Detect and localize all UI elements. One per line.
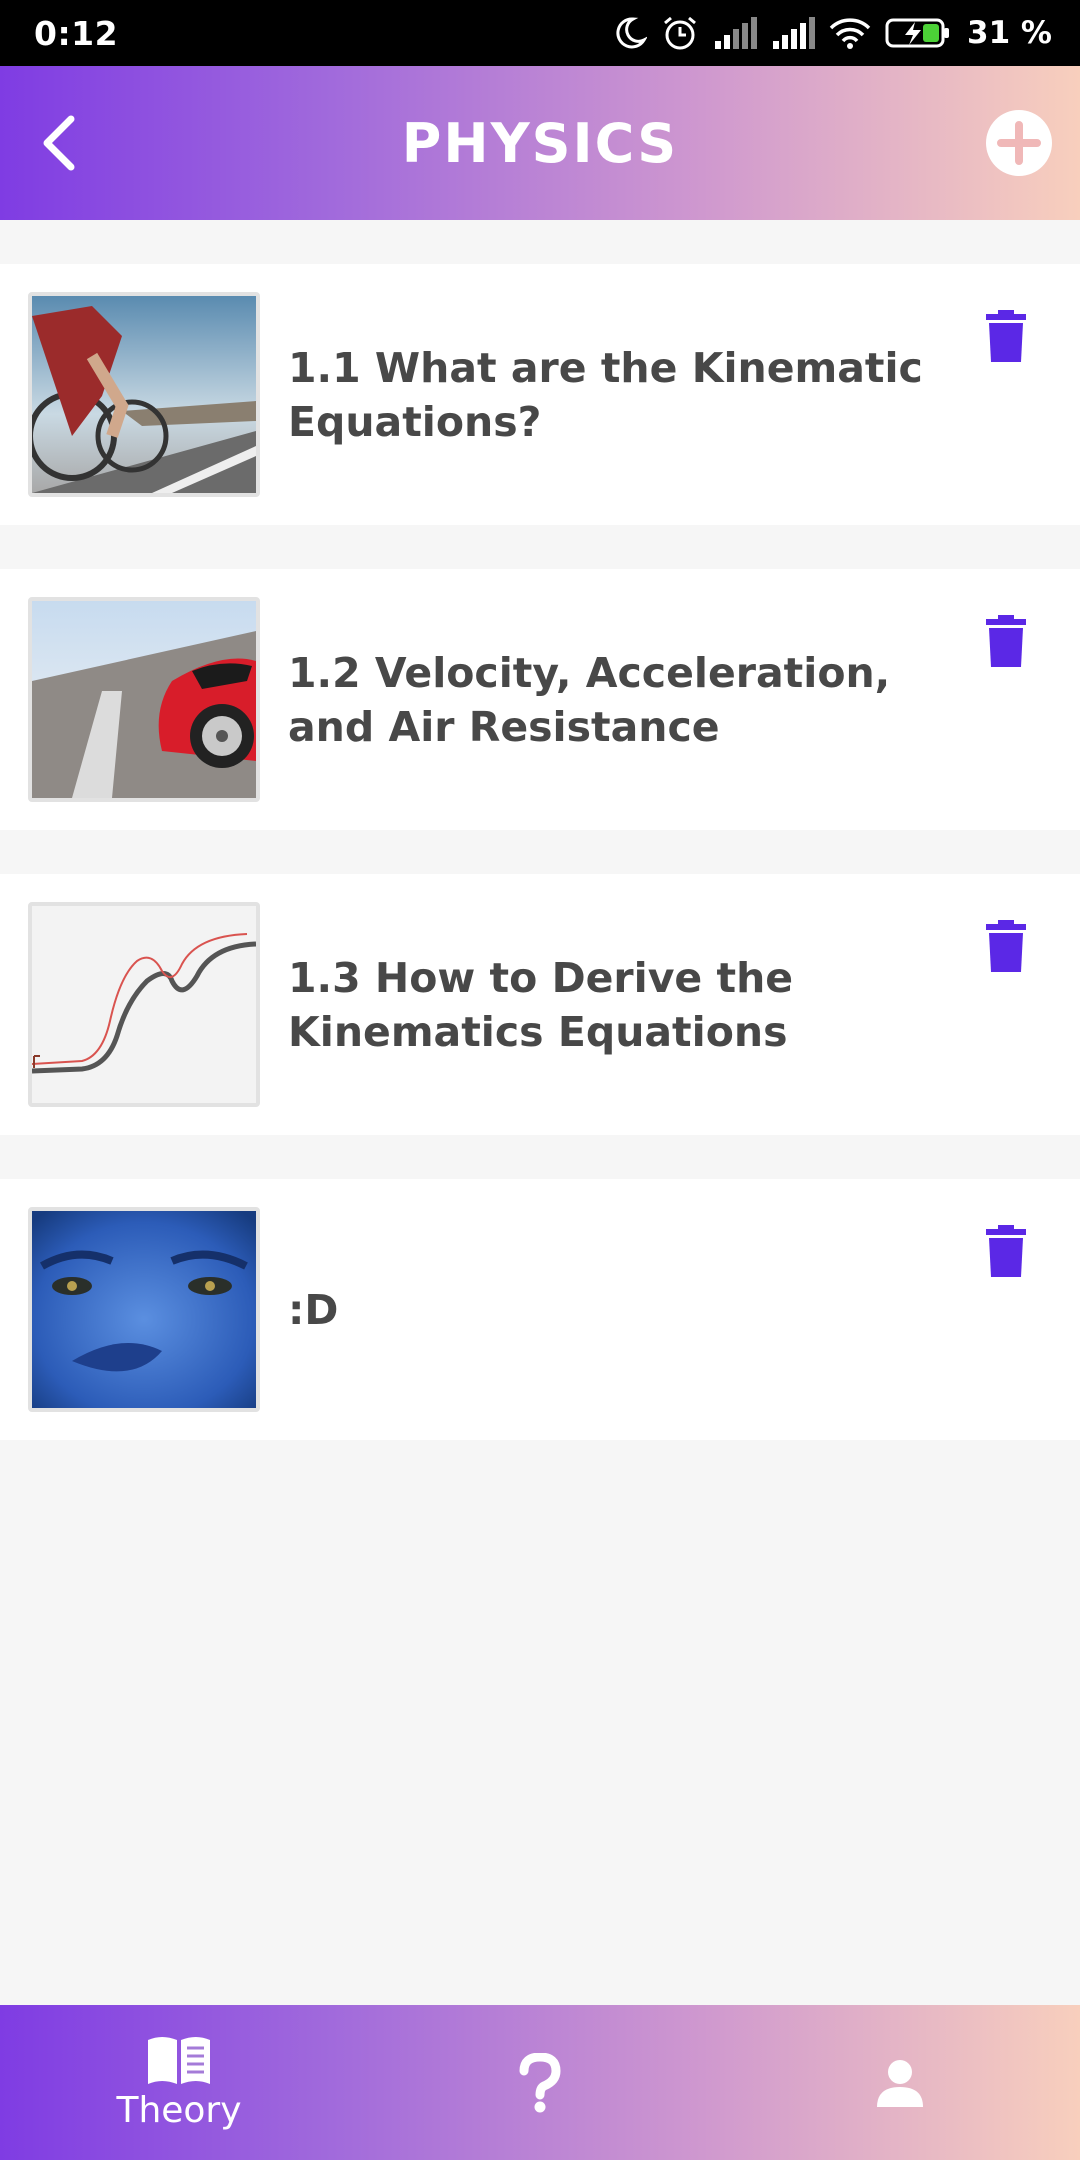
battery-percent: 31 %	[967, 15, 1052, 51]
topic-thumbnail	[28, 292, 260, 497]
signal-icon	[773, 17, 815, 49]
wifi-icon	[829, 18, 871, 49]
trash-icon	[986, 310, 1026, 362]
red-sports-car-photo	[32, 601, 256, 798]
delete-button[interactable]	[980, 920, 1032, 982]
book-icon	[148, 2037, 210, 2084]
delete-button[interactable]	[980, 310, 1032, 372]
moon-icon	[616, 17, 647, 49]
battery-charging-icon	[885, 18, 949, 48]
list-item[interactable]: 1.2 Velocity, Acceleration, and Air Resi…	[0, 569, 1080, 830]
app-header: PHYSICS	[0, 66, 1080, 220]
signal-icon	[715, 17, 757, 49]
delete-button[interactable]	[980, 615, 1032, 677]
nav-theory[interactable]: Theory	[79, 2005, 279, 2160]
add-topic-button[interactable]	[986, 110, 1052, 176]
status-icons: 31 %	[613, 15, 1052, 51]
trash-icon	[986, 920, 1026, 972]
user-icon	[877, 2059, 923, 2107]
list-item[interactable]: 1.1 What are the Kinematic Equations?	[0, 264, 1080, 525]
delete-button[interactable]	[980, 1225, 1032, 1287]
topic-thumbnail	[28, 1207, 260, 1412]
cyclist-photo	[32, 296, 256, 493]
page-title: PHYSICS	[401, 111, 679, 175]
topic-title: :D	[288, 1285, 339, 1334]
topic-title: 1.2 Velocity, Acceleration, and Air Resi…	[288, 648, 891, 751]
back-button[interactable]	[20, 104, 98, 182]
trash-icon	[986, 1225, 1026, 1277]
nav-profile[interactable]	[800, 2005, 1000, 2160]
topic-thumbnail	[28, 597, 260, 802]
trash-icon	[986, 615, 1026, 667]
list-item[interactable]: 1.3 How to Derive the Kinematics Equatio…	[0, 874, 1080, 1135]
blue-face-photo	[32, 1211, 256, 1408]
nav-questions[interactable]	[440, 2005, 640, 2160]
question-mark-icon	[519, 2052, 561, 2112]
nav-theory-label: Theory	[116, 2090, 242, 2131]
status-bar: 0:12 31 %	[0, 0, 1080, 66]
bottom-nav: Theory	[0, 2005, 1080, 2160]
list-item[interactable]: :D	[0, 1179, 1080, 1440]
topic-title: 1.1 What are the Kinematic Equations?	[288, 343, 923, 446]
status-time: 0:12	[34, 13, 119, 53]
topic-title: 1.3 How to Derive the Kinematics Equatio…	[288, 953, 794, 1056]
alarm-icon	[664, 16, 696, 50]
curve-graph	[32, 906, 256, 1103]
plus-circle-icon	[997, 121, 1041, 165]
chevron-left-icon	[43, 115, 75, 171]
topic-thumbnail	[28, 902, 260, 1107]
